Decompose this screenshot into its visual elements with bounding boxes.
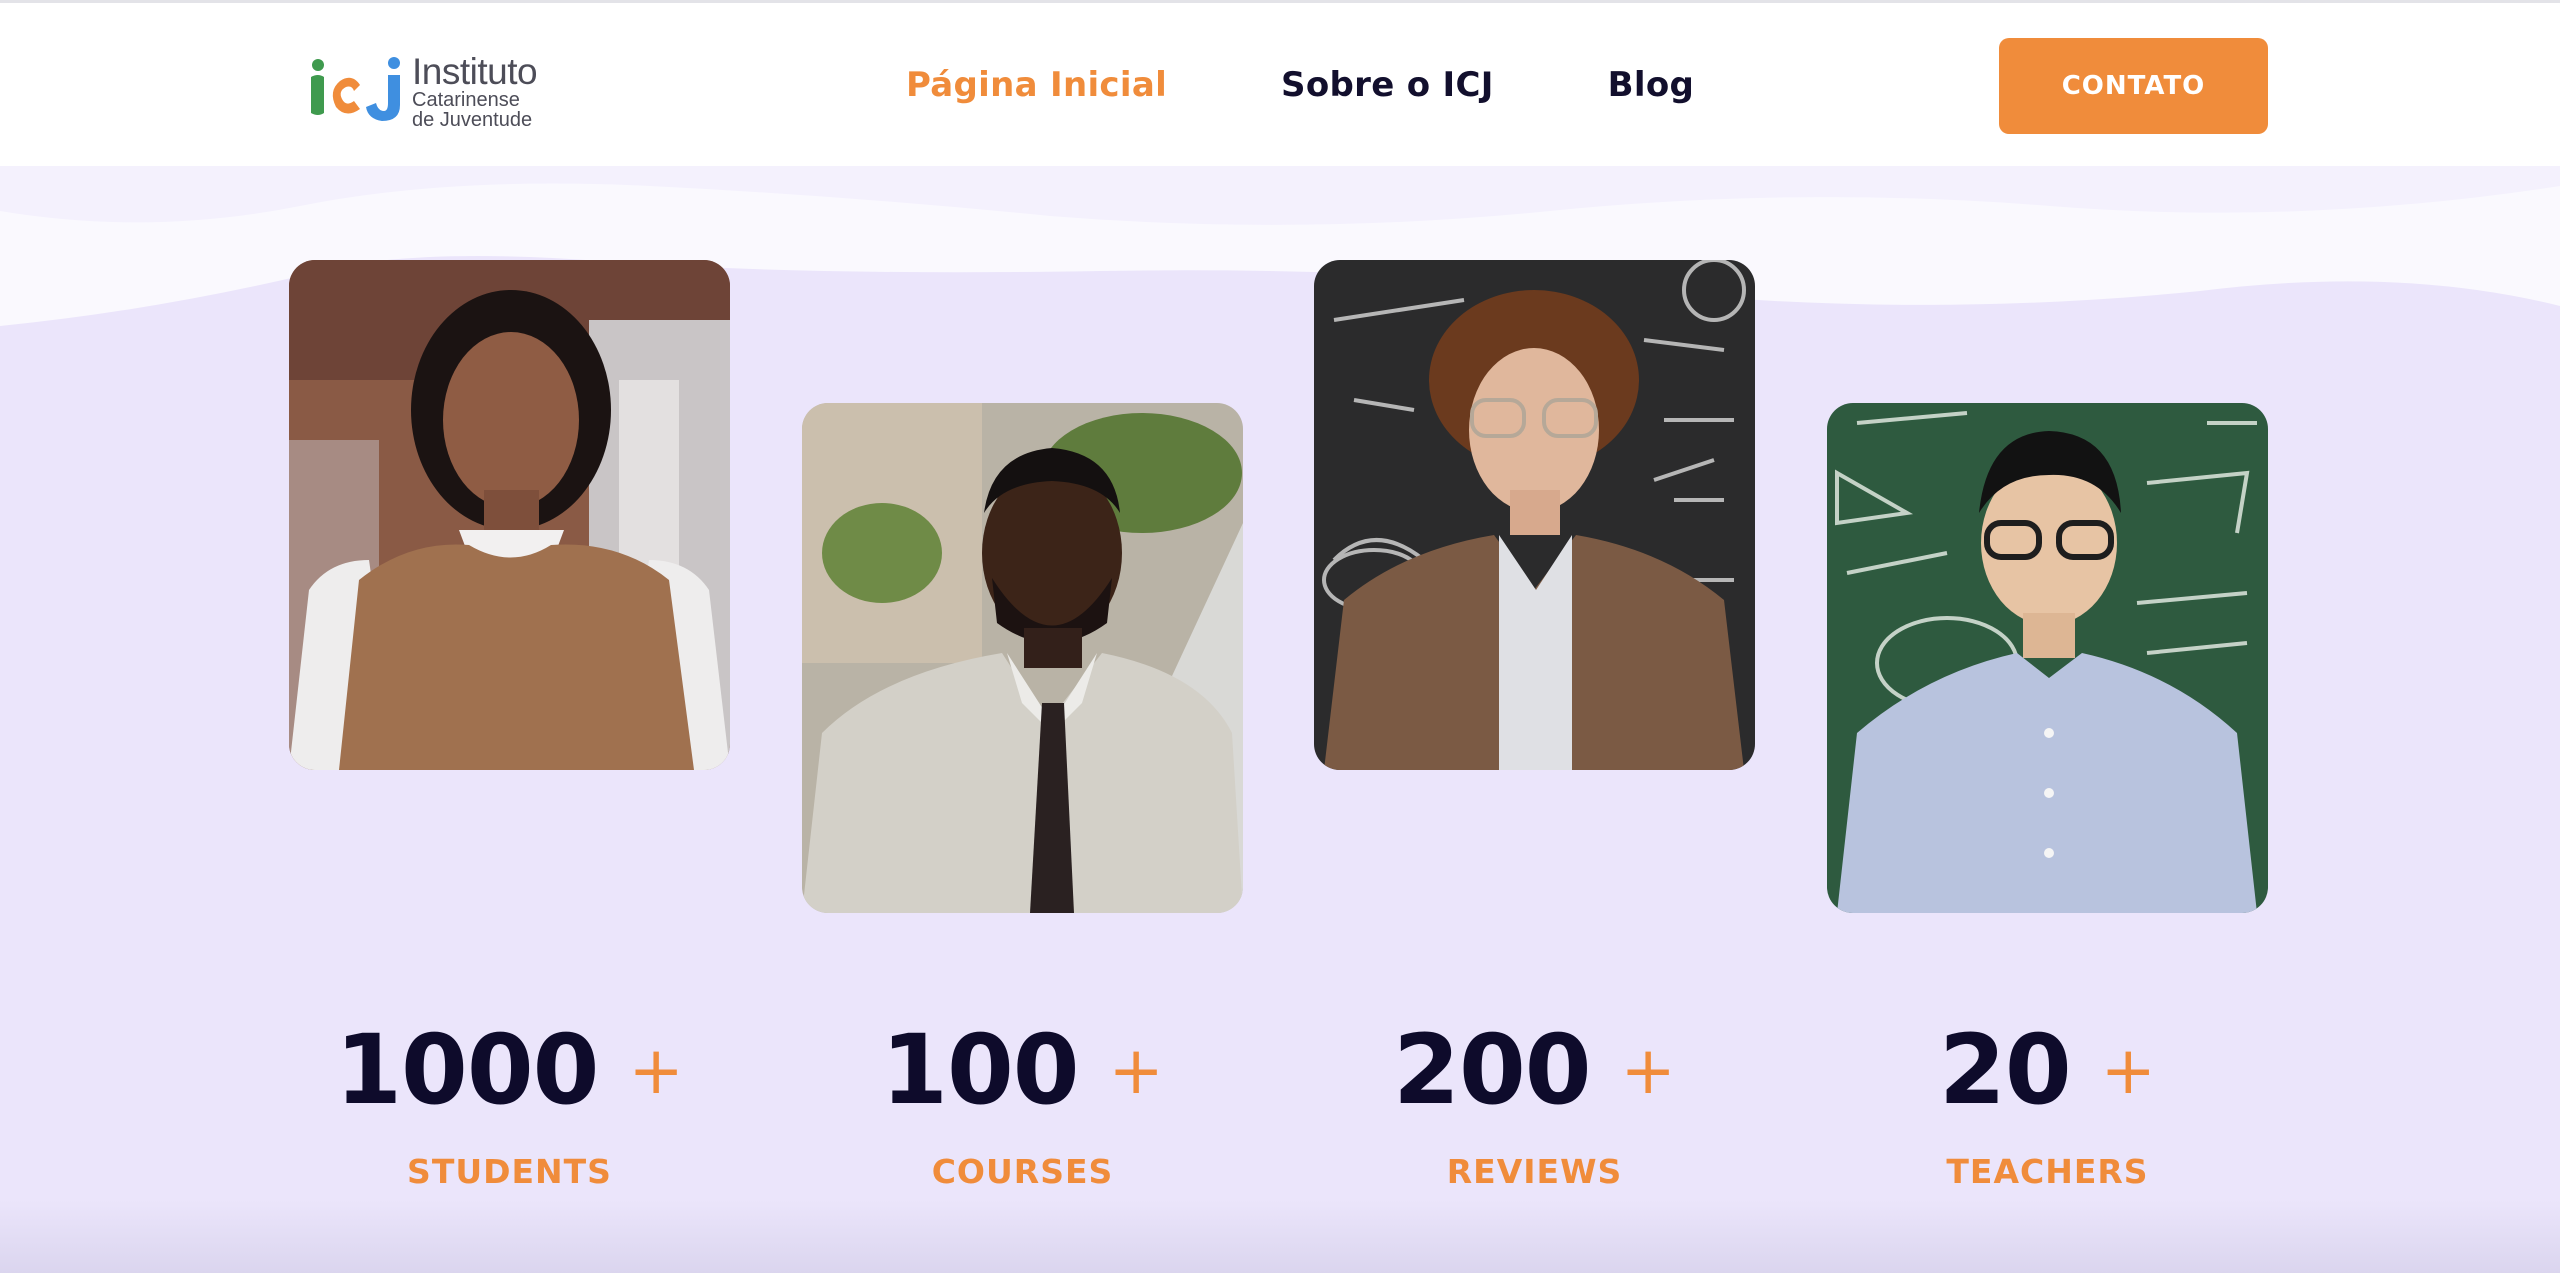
stat-number: 20 <box>1939 1014 2072 1126</box>
stat-students: 1000 + STUDENTS <box>289 1010 730 1191</box>
nav-sobre-icj[interactable]: Sobre o ICJ <box>1281 65 1494 105</box>
stat-courses: 100 + COURSES <box>802 1010 1243 1191</box>
contact-button[interactable]: CONTATO <box>1999 38 2268 134</box>
stat-label: STUDENTS <box>407 1152 612 1191</box>
plus-icon: + <box>628 1031 684 1109</box>
stat-label: COURSES <box>931 1152 1114 1191</box>
man-portrait-photo <box>802 403 1243 913</box>
teacher-photo-card-2 <box>802 403 1243 913</box>
stat-teachers: 20 + TEACHERS <box>1827 1010 2268 1191</box>
logo-wordmark: Instituto Catarinense de Juventude <box>412 51 538 131</box>
man-chalkboard-photo <box>1827 403 2268 913</box>
logo-line-3: de Juventude <box>412 109 533 131</box>
plus-icon: + <box>2100 1031 2156 1109</box>
stat-label: TEACHERS <box>1946 1152 2149 1191</box>
woman-portrait-photo <box>289 260 730 770</box>
bottom-shadow <box>0 1200 2560 1273</box>
teacher-photo-card-3 <box>1314 260 1755 770</box>
logo-line-2: Catarinense <box>412 89 520 111</box>
icj-logo-icon <box>311 57 400 121</box>
stat-reviews: 200 + REVIEWS <box>1314 1010 1755 1191</box>
plus-icon: + <box>1620 1031 1676 1109</box>
stat-number: 1000 <box>335 1014 599 1126</box>
site-header: Instituto Catarinense de Juventude Págin… <box>0 0 2560 166</box>
nav-blog[interactable]: Blog <box>1608 65 1694 105</box>
stat-label: REVIEWS <box>1446 1152 1623 1191</box>
stat-number: 100 <box>881 1014 1079 1126</box>
woman-chalkboard-photo <box>1314 260 1755 770</box>
nav-pagina-inicial[interactable]: Página Inicial <box>906 65 1167 105</box>
main-nav: Página Inicial Sobre o ICJ Blog <box>906 65 1694 105</box>
plus-icon: + <box>1108 1031 1164 1109</box>
teacher-photo-card-4 <box>1827 403 2268 913</box>
stat-number: 200 <box>1393 1014 1591 1126</box>
logo-line-1: Instituto <box>412 51 538 92</box>
site-logo[interactable]: Instituto Catarinense de Juventude <box>308 53 538 130</box>
teacher-photo-card-1 <box>289 260 730 770</box>
